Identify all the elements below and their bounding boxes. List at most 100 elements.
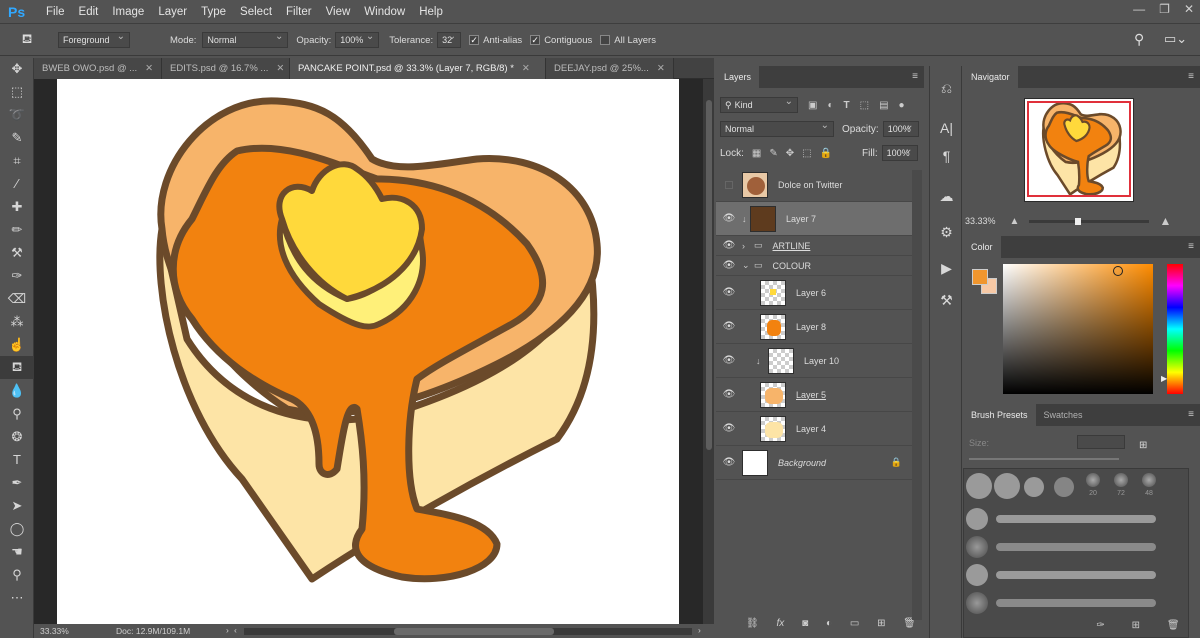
clone-stamp-tool-icon[interactable]: ⚒ (0, 241, 34, 264)
type-tool-icon[interactable]: T (0, 448, 34, 471)
size-field[interactable] (1077, 435, 1125, 449)
status-arrow-icon[interactable]: › (226, 625, 229, 635)
eyedropper-tool-icon[interactable]: ⁄ (0, 172, 34, 195)
scroll-right-icon[interactable]: › (698, 625, 701, 635)
tolerance-field[interactable]: 32 (437, 31, 462, 48)
horizontal-scrollbar-thumb[interactable] (394, 628, 554, 635)
brush-stroke-preset[interactable] (966, 507, 1166, 531)
group-row-colour[interactable]: 👁 ⌄ ▭ COLOUR (716, 256, 912, 276)
trash-icon[interactable]: 🗑 (903, 618, 916, 634)
layer-row-layer-4[interactable]: 👁 Layer 4 (716, 412, 912, 446)
alllayers-checkbox[interactable] (600, 35, 611, 45)
antialias-checkbox[interactable]: ✓ (469, 35, 480, 45)
ellipse-tool-icon[interactable]: ◯ (0, 517, 34, 540)
layer-row-layer-5[interactable]: 👁 Layer 5 (716, 378, 912, 412)
menu-help[interactable]: Help (412, 6, 450, 18)
zoom-slider-thumb[interactable] (1075, 217, 1082, 225)
menu-view[interactable]: View (319, 6, 358, 18)
fx-icon[interactable]: fx (777, 618, 785, 634)
panel-menu-icon[interactable]: ≡ (1188, 71, 1194, 82)
smudge-tool-icon[interactable]: ☝ (0, 333, 34, 356)
tab-bweb-owo[interactable]: BWEB OWO.psd @ ... ✕ (34, 58, 162, 79)
add-mask-icon[interactable]: ◙ (802, 618, 808, 634)
brush-tool-icon[interactable]: ✏ (0, 218, 34, 241)
actions-play-icon[interactable]: ▶ (930, 254, 963, 282)
layer-kind-dropdown[interactable]: ⚲ Kind (720, 96, 798, 113)
menu-window[interactable]: Window (357, 6, 412, 18)
eye-icon[interactable]: 👁 (716, 457, 742, 468)
paint-bucket-icon[interactable]: ⛾ (14, 31, 40, 49)
libraries-icon[interactable]: ☁ (930, 182, 963, 210)
tab-pancake-point[interactable]: PANCAKE POINT.psd @ 33.3% (Layer 7, RGB/… (290, 58, 546, 79)
mode-dropdown[interactable]: Normal (202, 31, 289, 48)
eye-icon[interactable]: 👁 (716, 321, 742, 332)
menu-file[interactable]: File (39, 6, 72, 18)
close-icon[interactable]: ✕ (522, 63, 530, 74)
minimize-icon[interactable]: — (1133, 2, 1145, 16)
hue-slider[interactable]: ▶ (1161, 264, 1183, 394)
navigator-preview[interactable] (1024, 98, 1134, 202)
hue-slider-arrow[interactable]: ▶ (1161, 374, 1167, 383)
hand-tool-icon[interactable]: ☚ (0, 540, 34, 563)
foreground-swatch[interactable] (972, 269, 988, 285)
filter-toggle-icon[interactable]: ● (899, 100, 905, 111)
brush-preset-soft[interactable]: 48 (1137, 473, 1161, 503)
new-layer-icon[interactable]: ⊞ (877, 618, 885, 634)
opacity-field[interactable]: 100% (335, 31, 380, 48)
new-group-icon[interactable]: ▭ (850, 618, 859, 634)
path-select-tool-icon[interactable]: ➤ (0, 494, 34, 517)
filter-type-icon[interactable]: T (844, 100, 850, 111)
zoom-out-icon[interactable]: ▲ (1010, 216, 1020, 227)
history-brush-tool-icon[interactable]: ✑ (0, 264, 34, 287)
group-row-artline[interactable]: 👁 › ▭ ARTLINE (716, 236, 912, 256)
color-picker-ring[interactable] (1113, 266, 1123, 276)
chevron-right-icon[interactable]: › (742, 241, 754, 251)
menu-image[interactable]: Image (105, 6, 151, 18)
close-icon[interactable]: ✕ (657, 63, 665, 74)
character-icon[interactable]: A| (930, 114, 963, 142)
scroll-left-icon[interactable]: ‹ (234, 625, 237, 635)
restore-icon[interactable]: ❐ (1159, 2, 1170, 16)
link-layers-icon[interactable]: ⛓ (746, 618, 759, 634)
lock-all-icon[interactable]: 🔒 (820, 148, 832, 159)
panel-menu-icon[interactable]: ≡ (1188, 241, 1194, 252)
close-icon[interactable]: ✕ (145, 63, 153, 74)
brush-stroke-preset[interactable] (966, 563, 1166, 587)
brush-preset[interactable] (994, 473, 1020, 499)
brush-preset-soft[interactable]: 72 (1109, 473, 1133, 503)
layers-scrollbar[interactable] (912, 170, 922, 620)
navigator-zoom-value[interactable]: 33.33% (965, 216, 996, 226)
zoom-slider[interactable] (1029, 217, 1150, 225)
search-icon[interactable]: ⚲ (1134, 31, 1144, 48)
menu-type[interactable]: Type (194, 6, 233, 18)
close-icon[interactable]: ✕ (1184, 2, 1194, 16)
size-slider[interactable] (969, 458, 1119, 460)
zoom-tool-icon[interactable]: ⚲ (0, 563, 34, 586)
lock-paint-icon[interactable]: ✎ (769, 148, 777, 159)
brush-stroke-preset[interactable] (966, 535, 1166, 559)
layer-row-layer-10[interactable]: 👁 ↓ Layer 10 (716, 344, 912, 378)
layer-row-layer-6[interactable]: 👁 Layer 6 (716, 276, 912, 310)
eye-icon[interactable]: 👁 (716, 423, 742, 434)
trash-icon[interactable]: 🗑 (1167, 620, 1180, 634)
marquee-tool-icon[interactable]: ⬚ (0, 80, 34, 103)
color-field[interactable] (1003, 264, 1153, 394)
menu-edit[interactable]: Edit (72, 6, 106, 18)
eye-icon[interactable]: 👁 (716, 260, 742, 271)
canvas[interactable] (57, 79, 679, 624)
filter-shape-icon[interactable]: ⬚ (860, 100, 869, 111)
scrollbar-thumb[interactable] (706, 100, 712, 450)
zoom-readout[interactable]: 33.33% (40, 626, 69, 636)
toggle-brush-panel-icon[interactable]: ✑ (1096, 620, 1104, 634)
lock-transparent-icon[interactable]: ▦ (752, 148, 761, 159)
dodge-tool-icon[interactable]: ⚲ (0, 402, 34, 425)
paragraph-icon[interactable]: ¶ (930, 142, 963, 170)
sponge-tool-icon[interactable]: ❂ (0, 425, 34, 448)
eye-icon[interactable]: 👁 (716, 389, 742, 400)
layer-row-layer-8[interactable]: 👁 Layer 8 (716, 310, 912, 344)
tab-brush-presets[interactable]: Brush Presets (963, 404, 1036, 426)
layer-row-background[interactable]: 👁 Background 🔒 (716, 446, 912, 480)
tool-presets-icon[interactable]: ⚒ (930, 286, 963, 314)
move-tool-icon[interactable]: ✥ (0, 58, 34, 80)
brush-preset[interactable] (1024, 477, 1044, 497)
